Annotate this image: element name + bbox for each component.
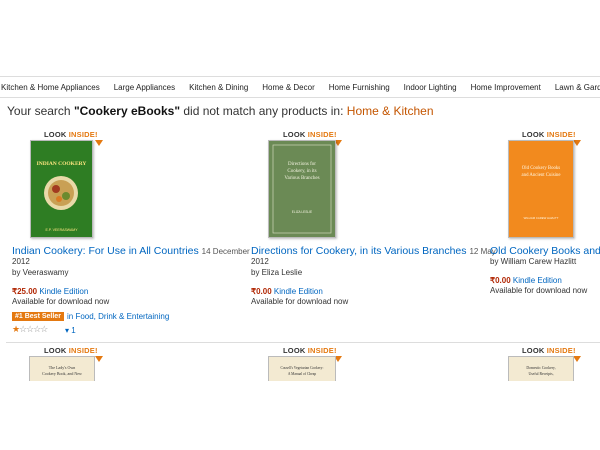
svg-text:ELIZA LESLIE: ELIZA LESLIE bbox=[292, 210, 312, 214]
edition-link[interactable]: Kindle Edition bbox=[274, 287, 323, 296]
svg-text:Cassell's Vegetarian Cookery:: Cassell's Vegetarian Cookery: bbox=[281, 366, 324, 370]
svg-text:The Lady's Own: The Lady's Own bbox=[49, 365, 76, 370]
nav-item-home-decor[interactable]: Home & Decor bbox=[255, 83, 321, 92]
price-row: ₹0.00 Kindle Edition bbox=[490, 276, 562, 285]
product-price: ₹25.00 bbox=[12, 287, 38, 296]
search-query: "Cookery eBooks" bbox=[73, 104, 181, 118]
best-seller-category-link[interactable]: in Food, Drink & Entertaining bbox=[67, 312, 169, 321]
search-msg-middle: did not match any products in: bbox=[180, 104, 347, 118]
category-nav: Kitchen & Home Appliances Large Applianc… bbox=[0, 76, 600, 98]
book-cover-image[interactable]: Cassell's Vegetarian Cookery: A Manual o… bbox=[268, 356, 336, 381]
row-divider bbox=[6, 342, 600, 343]
product-title-link[interactable]: Old Cookery Books and A bbox=[490, 245, 600, 257]
product-author: by Veeraswamy bbox=[12, 268, 69, 277]
publish-year: 2012 bbox=[12, 257, 30, 266]
nav-item-home-improvement[interactable]: Home Improvement bbox=[464, 83, 548, 92]
nav-item-home-furnishing[interactable]: Home Furnishing bbox=[322, 83, 397, 92]
look-inside-badge[interactable]: LOOK INSIDE! bbox=[44, 346, 98, 355]
availability-text: Available for download now bbox=[12, 297, 110, 306]
product-title-link[interactable]: Directions for Cookery, in its Various B… bbox=[251, 245, 467, 257]
book-cover-image[interactable]: Domestic Cookery, Useful Receipts, bbox=[508, 356, 574, 381]
svg-text:Cookery, in its: Cookery, in its bbox=[287, 169, 316, 174]
look-inside-badge[interactable]: LOOK INSIDE! bbox=[283, 130, 337, 139]
edition-link[interactable]: Kindle Edition bbox=[513, 276, 562, 285]
star-empty-icon: ☆☆☆☆ bbox=[19, 324, 48, 334]
review-count-link[interactable]: ▾ 1 bbox=[65, 326, 76, 335]
book-cover-image[interactable]: Old Cookery Books and Ancient Cuisine WI… bbox=[508, 140, 574, 238]
product-title-line: Directions for Cookery, in its Various B… bbox=[251, 245, 496, 257]
svg-text:Various Branches: Various Branches bbox=[284, 176, 319, 181]
search-result-message: Your search "Cookery eBooks" did not mat… bbox=[7, 104, 434, 118]
publish-date: 14 December bbox=[201, 247, 250, 256]
nav-item-kitchen-dining[interactable]: Kitchen & Dining bbox=[182, 83, 255, 92]
product-price: ₹0.00 bbox=[251, 287, 272, 296]
product-author: by William Carew Hazlitt bbox=[490, 257, 577, 266]
look-inside-badge[interactable]: LOOK INSIDE! bbox=[522, 346, 576, 355]
look-inside-arrow-icon bbox=[573, 140, 581, 146]
product-author: by Eliza Leslie bbox=[251, 268, 303, 277]
nav-item-lawn-garden[interactable]: Lawn & Garde bbox=[548, 83, 600, 92]
search-msg-prefix: Your search bbox=[7, 104, 74, 118]
svg-text:and Ancient Cuisine: and Ancient Cuisine bbox=[522, 173, 561, 178]
nav-item-indoor-lighting[interactable]: Indoor Lighting bbox=[397, 83, 464, 92]
svg-text:A Manual of Cheap: A Manual of Cheap bbox=[288, 372, 316, 376]
svg-text:WILLIAM CAREW HAZLITT: WILLIAM CAREW HAZLITT bbox=[524, 216, 559, 220]
svg-text:Old Cookery Books: Old Cookery Books bbox=[522, 166, 561, 171]
book-cover-image[interactable]: Directions for Cookery, in its Various B… bbox=[268, 140, 336, 238]
chevron-down-icon: ▾ bbox=[65, 326, 70, 335]
availability-text: Available for download now bbox=[490, 286, 588, 295]
look-inside-badge[interactable]: LOOK INSIDE! bbox=[283, 346, 337, 355]
book-cover-image[interactable]: The Lady's Own Cookery Book, and New bbox=[29, 356, 95, 381]
svg-text:E.P. VEERASWAMY: E.P. VEERASWAMY bbox=[45, 228, 78, 232]
cover-title-text: INDIAN COOKERY bbox=[37, 161, 87, 167]
nav-item-kitchen-home-appliances[interactable]: Kitchen & Home Appliances bbox=[0, 83, 107, 92]
price-row: ₹0.00 Kindle Edition bbox=[251, 287, 323, 296]
look-inside-arrow-icon bbox=[95, 140, 103, 146]
product-price: ₹0.00 bbox=[490, 276, 511, 285]
price-row: ₹25.00 Kindle Edition bbox=[12, 287, 88, 296]
svg-text:Directions for: Directions for bbox=[288, 162, 316, 167]
look-inside-badge[interactable]: LOOK INSIDE! bbox=[44, 130, 98, 139]
availability-text: Available for download now bbox=[251, 297, 349, 306]
search-category-link[interactable]: Home & Kitchen bbox=[347, 104, 434, 118]
publish-year: 2012 bbox=[251, 257, 269, 266]
look-inside-badge[interactable]: LOOK INSIDE! bbox=[522, 130, 576, 139]
rating-stars[interactable]: ★☆☆☆☆ bbox=[12, 324, 48, 335]
nav-item-large-appliances[interactable]: Large Appliances bbox=[107, 83, 182, 92]
look-inside-arrow-icon bbox=[95, 356, 103, 362]
product-title-link[interactable]: Indian Cookery: For Use in All Countries bbox=[12, 245, 199, 257]
best-seller-badge[interactable]: #1 Best Seller bbox=[12, 312, 64, 321]
look-inside-arrow-icon bbox=[573, 356, 581, 362]
book-cover-image[interactable]: INDIAN COOKERY E.P. VEERASWAMY bbox=[30, 140, 93, 238]
product-title-line: Indian Cookery: For Use in All Countries… bbox=[12, 245, 250, 257]
edition-link[interactable]: Kindle Edition bbox=[39, 287, 88, 296]
